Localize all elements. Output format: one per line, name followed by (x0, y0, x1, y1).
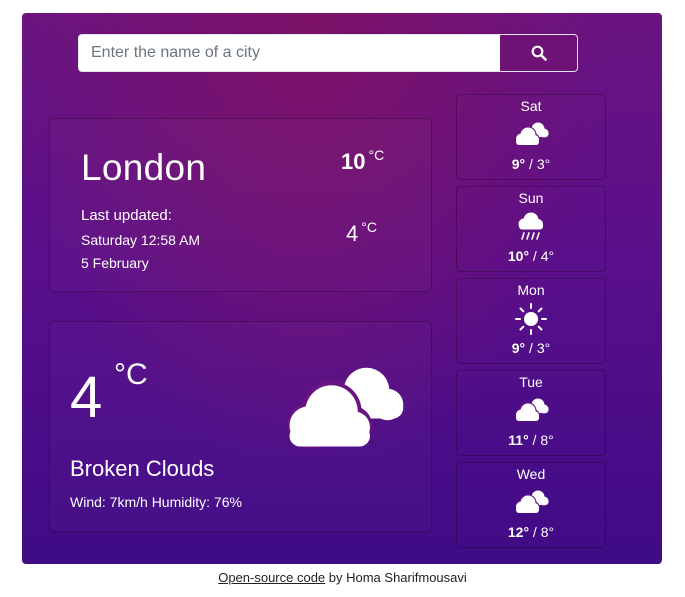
footer-author: by Homa Sharifmousavi (325, 570, 467, 585)
forecast-day-label: Tue (519, 374, 543, 390)
city-search-input[interactable] (79, 35, 499, 71)
forecast-temps: 9° / 3° (511, 340, 551, 356)
forecast-day-wed: Wed 12° / 8° (456, 462, 606, 548)
search-icon (531, 45, 547, 61)
forecast-day-mon: Mon 9° / 3° (456, 278, 606, 364)
forecast-temps: 9° / 3° (511, 156, 551, 172)
forecast-temps: 11° / 8° (508, 432, 554, 448)
rain-icon (518, 212, 543, 240)
weather-description: Broken Clouds (70, 456, 215, 481)
footer: Open-source code by Homa Sharifmousavi (0, 570, 685, 585)
forecast-day-label: Wed (516, 466, 546, 482)
source-code-link[interactable]: Open-source code (218, 570, 325, 585)
forecast-day-sun: Sun 10° / 4° (456, 186, 606, 272)
current-weather-card: 4 °C Broken Clouds Wind: 7km/h Humidity:… (49, 321, 432, 532)
last-updated-label: Last updated: (81, 207, 172, 224)
forecast-day-tue: Tue 11° / 8° (456, 370, 606, 456)
search-bar (78, 34, 578, 72)
forecast-day-label: Sun (518, 190, 544, 206)
temperature-unit: °C (114, 358, 148, 391)
current-temperature: 4 (70, 365, 103, 430)
forecast-temps: 12° / 8° (507, 524, 555, 540)
last-updated-date: 5 February (81, 255, 149, 271)
sun-icon (515, 303, 547, 335)
weather-app: London Last updated: Saturday 12:58 AM 5… (22, 13, 662, 564)
max-temperature: 10 °C (341, 147, 385, 174)
broken-clouds-icon (511, 486, 551, 518)
last-updated-time: Saturday 12:58 AM (81, 232, 201, 248)
broken-clouds-icon (511, 118, 551, 150)
forecast-day-label: Sat (520, 98, 542, 114)
forecast-temps: 10° / 4° (507, 248, 555, 264)
wind-humidity: Wind: 7km/h Humidity: 76% (70, 494, 242, 510)
location-card: London Last updated: Saturday 12:58 AM 5… (49, 118, 432, 292)
broken-clouds-icon (511, 394, 551, 426)
city-name: London (81, 147, 207, 188)
search-button[interactable] (500, 35, 577, 71)
forecast-day-label: Mon (517, 282, 545, 298)
broken-clouds-icon (287, 367, 404, 449)
min-temperature: 4 °C (346, 219, 377, 246)
forecast-day-sat: Sat 9° / 3° (456, 94, 606, 180)
